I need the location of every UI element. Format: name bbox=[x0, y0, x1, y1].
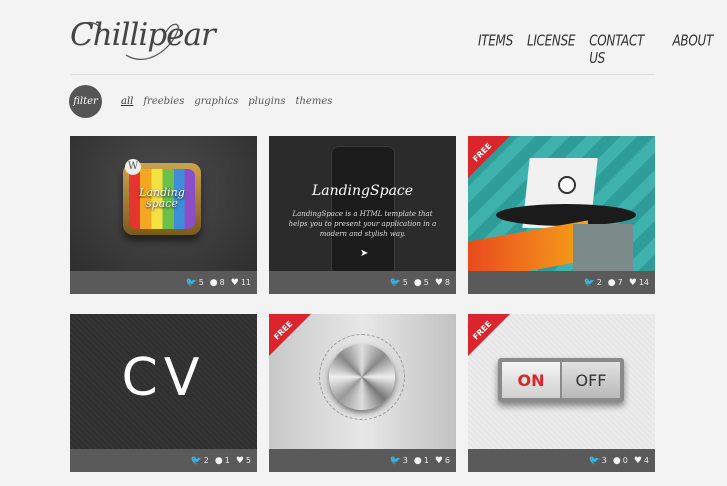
toggle-off-label: OFF bbox=[562, 362, 620, 398]
like-count[interactable]: ♥ 6 bbox=[435, 456, 450, 466]
like-count[interactable]: ♥ 8 bbox=[435, 278, 450, 288]
header-divider bbox=[70, 74, 655, 75]
card-image[interactable]: LandingSpace LandingSpace is a HTML temp… bbox=[269, 136, 456, 271]
card-stats-bar: 🐦 2 ● 7 ♥ 14 bbox=[468, 271, 655, 294]
portfolio-card-1[interactable]: Landing space W 🐦 5 ● 8 ♥ 11 bbox=[70, 136, 257, 294]
card-stats-bar: 🐦 3 ● 0 ♥ 4 bbox=[468, 449, 655, 472]
nav-contact-us[interactable]: CONTACT US bbox=[589, 32, 658, 67]
heart-icon: ♥ bbox=[628, 277, 637, 288]
card-stats-bar: 🐦 2 ● 1 ♥ 5 bbox=[70, 449, 257, 472]
facebook-icon: ● bbox=[214, 455, 223, 466]
portfolio-card-6[interactable]: ON OFF FREE 🐦 3 ● 0 ♥ 4 bbox=[468, 314, 655, 472]
toggle-on-label: ON bbox=[502, 362, 560, 398]
scarf bbox=[468, 220, 588, 271]
card-description: LandingSpace is a HTML template that hel… bbox=[288, 210, 437, 238]
wordpress-icon: W bbox=[125, 159, 141, 175]
mustache bbox=[496, 204, 636, 226]
nav-about[interactable]: ABOUT bbox=[672, 32, 713, 67]
main-nav: ITEMS LICENSE CONTACT US ABOUT bbox=[478, 32, 727, 67]
heart-icon: ♥ bbox=[633, 455, 642, 466]
card-stats-bar: 🐦 5 ● 5 ♥ 8 bbox=[269, 271, 456, 294]
like-count[interactable]: ♥ 14 bbox=[629, 278, 649, 288]
portfolio-card-3[interactable]: FREE 🐦 2 ● 7 ♥ 14 bbox=[468, 136, 655, 294]
portfolio-card-5[interactable]: FREE 🐦 3 ● 1 ♥ 6 bbox=[269, 314, 456, 472]
filter-themes[interactable]: themes bbox=[295, 96, 332, 107]
like-count[interactable]: ♥ 11 bbox=[231, 278, 251, 288]
cursor-icon: ➤ bbox=[360, 248, 369, 259]
app-icon-frame: Landing space W bbox=[123, 159, 201, 235]
tweet-count[interactable]: 🐦 2 bbox=[583, 278, 601, 288]
filter-graphics[interactable]: graphics bbox=[194, 96, 238, 107]
card-image[interactable]: Landing space W bbox=[70, 136, 257, 271]
twitter-icon: 🐦 bbox=[588, 455, 600, 466]
metal-knob[interactable] bbox=[329, 344, 395, 410]
nav-items[interactable]: ITEMS bbox=[478, 32, 513, 67]
facebook-icon: ● bbox=[413, 277, 422, 288]
heart-icon: ♥ bbox=[434, 277, 443, 288]
heart-icon: ♥ bbox=[230, 277, 239, 288]
tweet-count[interactable]: 🐦 3 bbox=[390, 456, 408, 466]
card-title-landing: Landing space bbox=[139, 186, 185, 210]
filter-freebies[interactable]: freebies bbox=[143, 96, 184, 107]
facebook-count[interactable]: ● 1 bbox=[414, 456, 429, 466]
tweet-count[interactable]: 🐦 2 bbox=[191, 456, 209, 466]
tweet-count[interactable]: 🐦 5 bbox=[390, 278, 408, 288]
twitter-icon: 🐦 bbox=[389, 277, 401, 288]
portfolio-card-2[interactable]: LandingSpace LandingSpace is a HTML temp… bbox=[269, 136, 456, 294]
facebook-count[interactable]: ● 8 bbox=[210, 278, 225, 288]
twitter-icon: 🐦 bbox=[583, 277, 595, 288]
card-stats-bar: 🐦 3 ● 1 ♥ 6 bbox=[269, 449, 456, 472]
facebook-icon: ● bbox=[413, 455, 422, 466]
tweet-count[interactable]: 🐦 5 bbox=[185, 278, 203, 288]
like-count[interactable]: ♥ 5 bbox=[236, 456, 251, 466]
twitter-icon: 🐦 bbox=[190, 455, 202, 466]
filter-all[interactable]: all bbox=[121, 96, 133, 107]
filter-button[interactable]: filter bbox=[69, 85, 102, 118]
portfolio-card-4[interactable]: CV 🐦 2 ● 1 ♥ 5 bbox=[70, 314, 257, 472]
facebook-count[interactable]: ● 7 bbox=[608, 278, 623, 288]
filter-plugins[interactable]: plugins bbox=[248, 96, 285, 107]
facebook-icon: ● bbox=[607, 277, 616, 288]
tweet-count[interactable]: 🐦 3 bbox=[589, 456, 607, 466]
logo-text: Chillipear bbox=[70, 17, 216, 53]
card-stats-bar: 🐦 5 ● 8 ♥ 11 bbox=[70, 271, 257, 294]
facebook-icon: ● bbox=[209, 277, 218, 288]
facebook-count[interactable]: ● 5 bbox=[414, 278, 429, 288]
character-body bbox=[573, 224, 633, 271]
facebook-count[interactable]: ● 1 bbox=[215, 456, 230, 466]
character-eye bbox=[558, 176, 576, 194]
twitter-icon: 🐦 bbox=[389, 455, 401, 466]
facebook-count[interactable]: ● 0 bbox=[613, 456, 628, 466]
heart-icon: ♥ bbox=[235, 455, 244, 466]
like-count[interactable]: ♥ 4 bbox=[634, 456, 649, 466]
card-title-cv: CV bbox=[121, 348, 206, 408]
facebook-icon: ● bbox=[612, 455, 621, 466]
nav-license[interactable]: LICENSE bbox=[527, 32, 576, 67]
heart-icon: ♥ bbox=[434, 455, 443, 466]
filter-tabs: all freebies graphics plugins themes bbox=[121, 96, 342, 107]
card-title-landingspace: LandingSpace bbox=[311, 183, 414, 199]
twitter-icon: 🐦 bbox=[185, 277, 197, 288]
toggle-switch[interactable]: ON OFF bbox=[498, 358, 624, 402]
card-image[interactable]: CV bbox=[70, 314, 257, 449]
